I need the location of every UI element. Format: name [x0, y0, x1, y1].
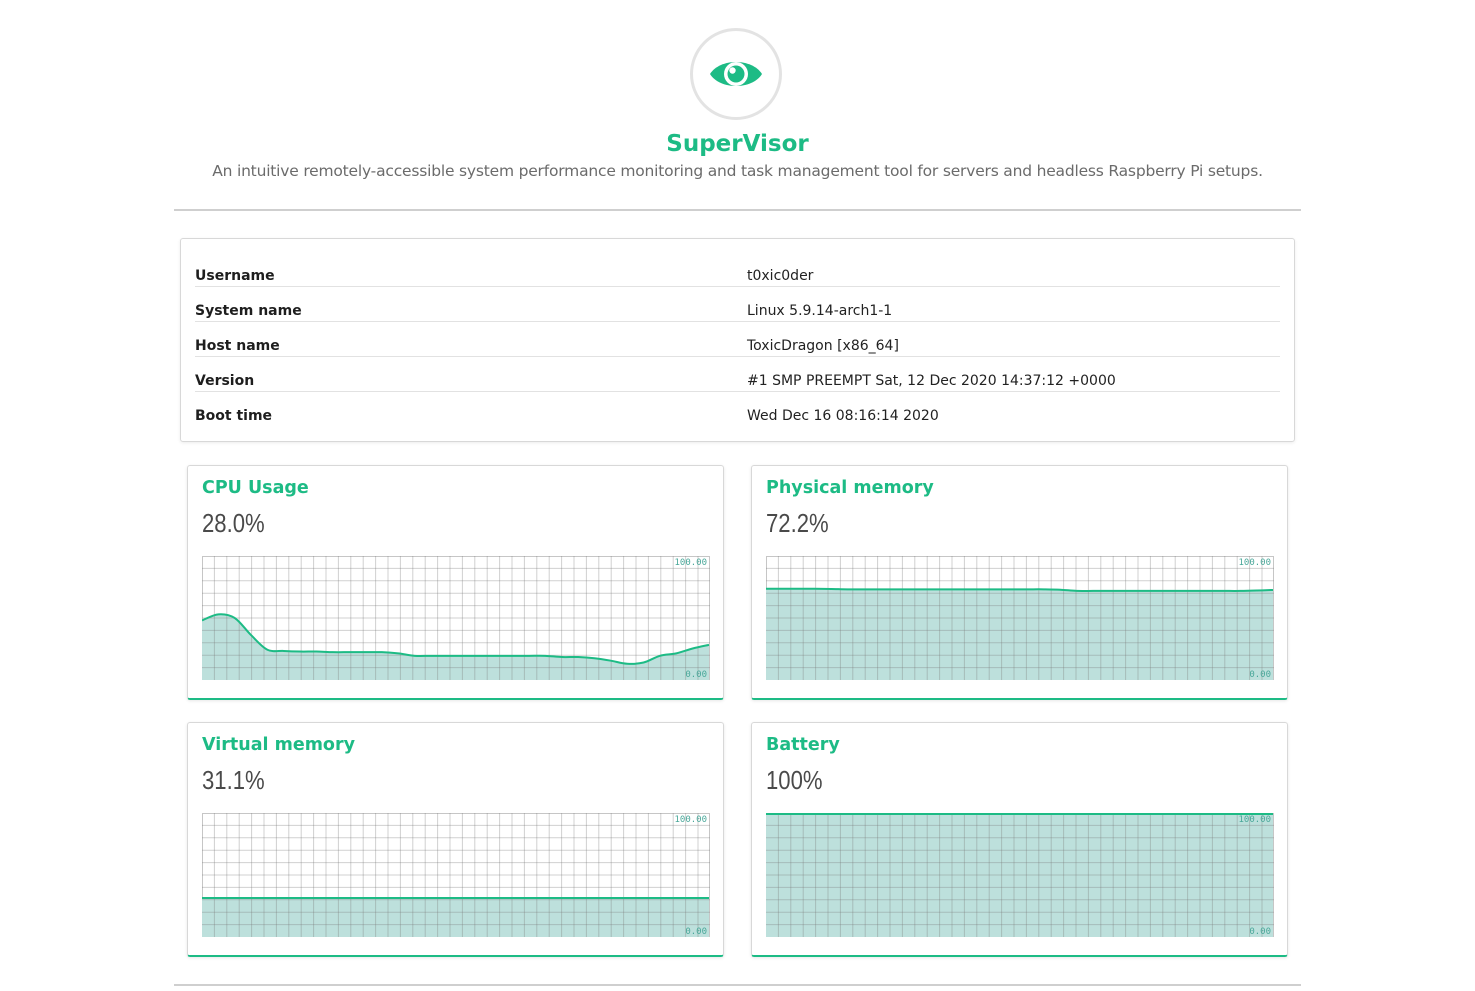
info-label: Version: [195, 373, 255, 389]
cpu-usage-chart: 100.00 0.00: [202, 556, 710, 680]
divider-top: [174, 209, 1301, 211]
app-subtitle: An intuitive remotely-accessible system …: [212, 162, 1263, 180]
chart-min-label: 0.00: [1249, 670, 1271, 680]
chart-max-label: 100.00: [674, 815, 707, 825]
eye-icon: [710, 62, 762, 86]
chart-min-label: 0.00: [1249, 927, 1271, 937]
info-row-host-name: Host name ToxicDragon [x86_64]: [195, 322, 1280, 357]
info-label: System name: [195, 303, 302, 319]
app-title: SuperVisor: [666, 131, 809, 157]
chart-min-label: 0.00: [685, 927, 707, 937]
info-value: Linux 5.9.14-arch1-1: [747, 303, 893, 319]
info-value: #1 SMP PREEMPT Sat, 12 Dec 2020 14:37:12…: [747, 373, 1116, 389]
chart-max-label: 100.00: [1238, 558, 1271, 568]
virtual-memory-card: Virtual memory 31.1% 100.00 0.00: [187, 722, 724, 957]
logo: [690, 28, 782, 120]
stat-title: Virtual memory: [202, 735, 355, 755]
info-row-system-name: System name Linux 5.9.14-arch1-1: [195, 287, 1280, 322]
physical-memory-chart: 100.00 0.00: [766, 556, 1274, 680]
virtual-memory-chart: 100.00 0.00: [202, 813, 710, 937]
divider-bottom: [174, 984, 1301, 986]
stat-title: Physical memory: [766, 478, 934, 498]
stat-value: 31.1%: [202, 765, 265, 795]
stat-title: CPU Usage: [202, 478, 309, 498]
info-value: t0xic0der: [747, 268, 814, 284]
info-label: Boot time: [195, 408, 273, 424]
info-label: Username: [195, 268, 275, 284]
chart-max-label: 100.00: [674, 558, 707, 568]
cpu-usage-card: CPU Usage 28.0% 100.00 0.00: [187, 465, 724, 700]
chart-svg: 100.00 0.00: [766, 813, 1274, 937]
chart-min-label: 0.00: [685, 670, 707, 680]
chart-svg: 100.00 0.00: [202, 813, 710, 937]
battery-card: Battery 100% 100.00 0.00: [751, 722, 1288, 957]
physical-memory-card: Physical memory 72.2% 100.00 0.00: [751, 465, 1288, 700]
info-row-username: Username t0xic0der: [195, 252, 1280, 287]
chart-svg: 100.00 0.00: [766, 556, 1274, 680]
stat-title: Battery: [766, 735, 840, 755]
info-row-boot-time: Boot time Wed Dec 16 08:16:14 2020: [195, 392, 1280, 427]
chart-max-label: 100.00: [1238, 815, 1271, 825]
stat-value: 28.0%: [202, 508, 265, 538]
info-label: Host name: [195, 338, 280, 354]
chart-area: [202, 898, 709, 937]
stat-value: 72.2%: [766, 508, 829, 538]
stat-value: 100%: [766, 765, 823, 795]
chart-svg: 100.00 0.00: [202, 556, 710, 680]
info-value: ToxicDragon [x86_64]: [747, 338, 899, 354]
system-info-card: Username t0xic0der System name Linux 5.9…: [180, 238, 1295, 442]
info-row-version: Version #1 SMP PREEMPT Sat, 12 Dec 2020 …: [195, 357, 1280, 392]
info-value: Wed Dec 16 08:16:14 2020: [747, 408, 939, 424]
chart-area: [766, 588, 1273, 680]
battery-chart: 100.00 0.00: [766, 813, 1274, 937]
